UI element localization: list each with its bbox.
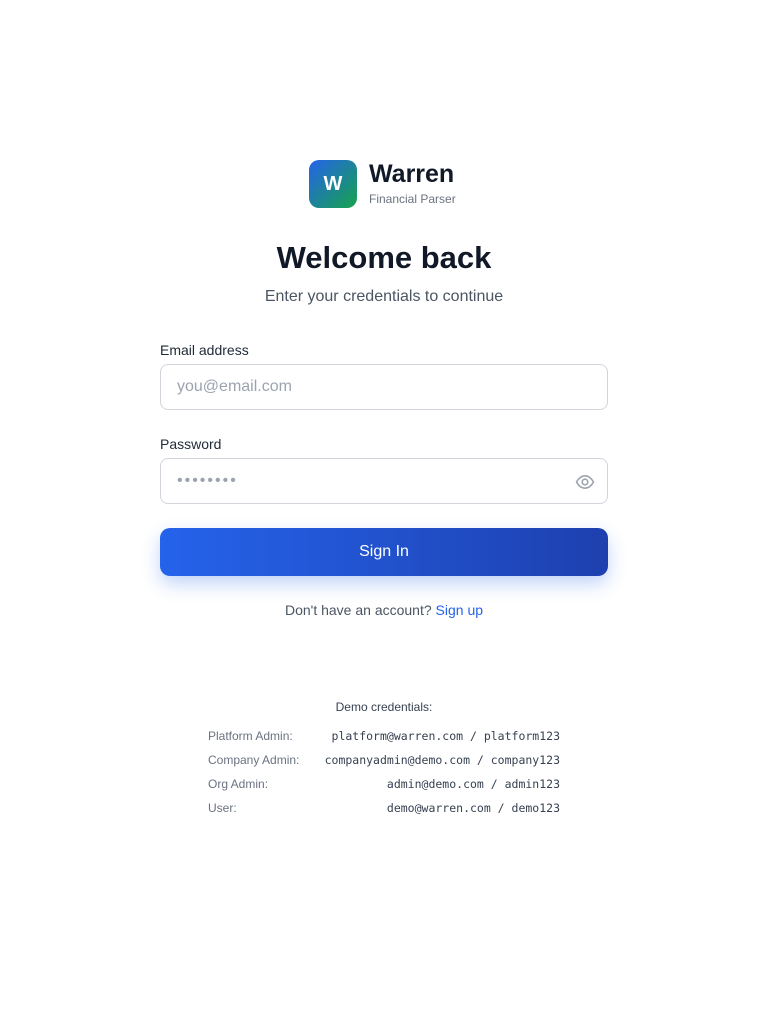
demo-credential-row: Org Admin: admin@demo.com / admin123 xyxy=(208,775,560,793)
brand-name: Warren xyxy=(369,159,455,188)
brand-subtitle: Financial Parser xyxy=(369,191,456,206)
credential-value: demo@warren.com / demo123 xyxy=(386,801,560,815)
brand-header: W Warren Financial Parser xyxy=(309,160,456,208)
email-field-wrapper xyxy=(160,364,608,410)
credential-role: Org Admin: xyxy=(208,777,269,791)
page-subtitle: Enter your credentials to continue xyxy=(264,288,504,305)
login-page: W Warren Financial Parser Welcome back E… xyxy=(0,0,768,1024)
demo-credentials-title: Demo credentials: xyxy=(335,700,433,714)
demo-credential-row: Platform Admin: platform@warren.com / pl… xyxy=(208,727,560,745)
email-label: Email address xyxy=(160,342,249,358)
eye-icon[interactable] xyxy=(575,472,595,492)
sign-in-button[interactable]: Sign In xyxy=(160,528,608,576)
brand-text: Warren Financial Parser xyxy=(369,159,456,207)
logo-icon: W xyxy=(309,160,357,208)
credential-role: Company Admin: xyxy=(208,753,300,767)
signup-prompt: Don't have an account? xyxy=(284,602,432,618)
password-input[interactable] xyxy=(161,459,607,503)
demo-credential-row: Company Admin: companyadmin@demo.com / c… xyxy=(208,751,560,769)
email-input[interactable] xyxy=(161,365,607,409)
demo-credential-row: User: demo@warren.com / demo123 xyxy=(208,799,560,817)
credential-value: platform@warren.com / platform123 xyxy=(331,729,560,743)
signup-link[interactable]: Sign up xyxy=(436,602,483,618)
password-label: Password xyxy=(160,436,222,452)
credential-role: User: xyxy=(208,801,237,815)
credential-value: admin@demo.com / admin123 xyxy=(386,777,560,791)
page-title: Welcome back xyxy=(276,240,492,275)
credential-role: Platform Admin: xyxy=(208,729,293,743)
logo-letter: W xyxy=(323,172,343,195)
password-field-wrapper xyxy=(160,458,608,504)
credential-value: companyadmin@demo.com / company123 xyxy=(324,753,560,767)
signup-prompt-line: Don't have an account? Sign up xyxy=(0,600,768,620)
